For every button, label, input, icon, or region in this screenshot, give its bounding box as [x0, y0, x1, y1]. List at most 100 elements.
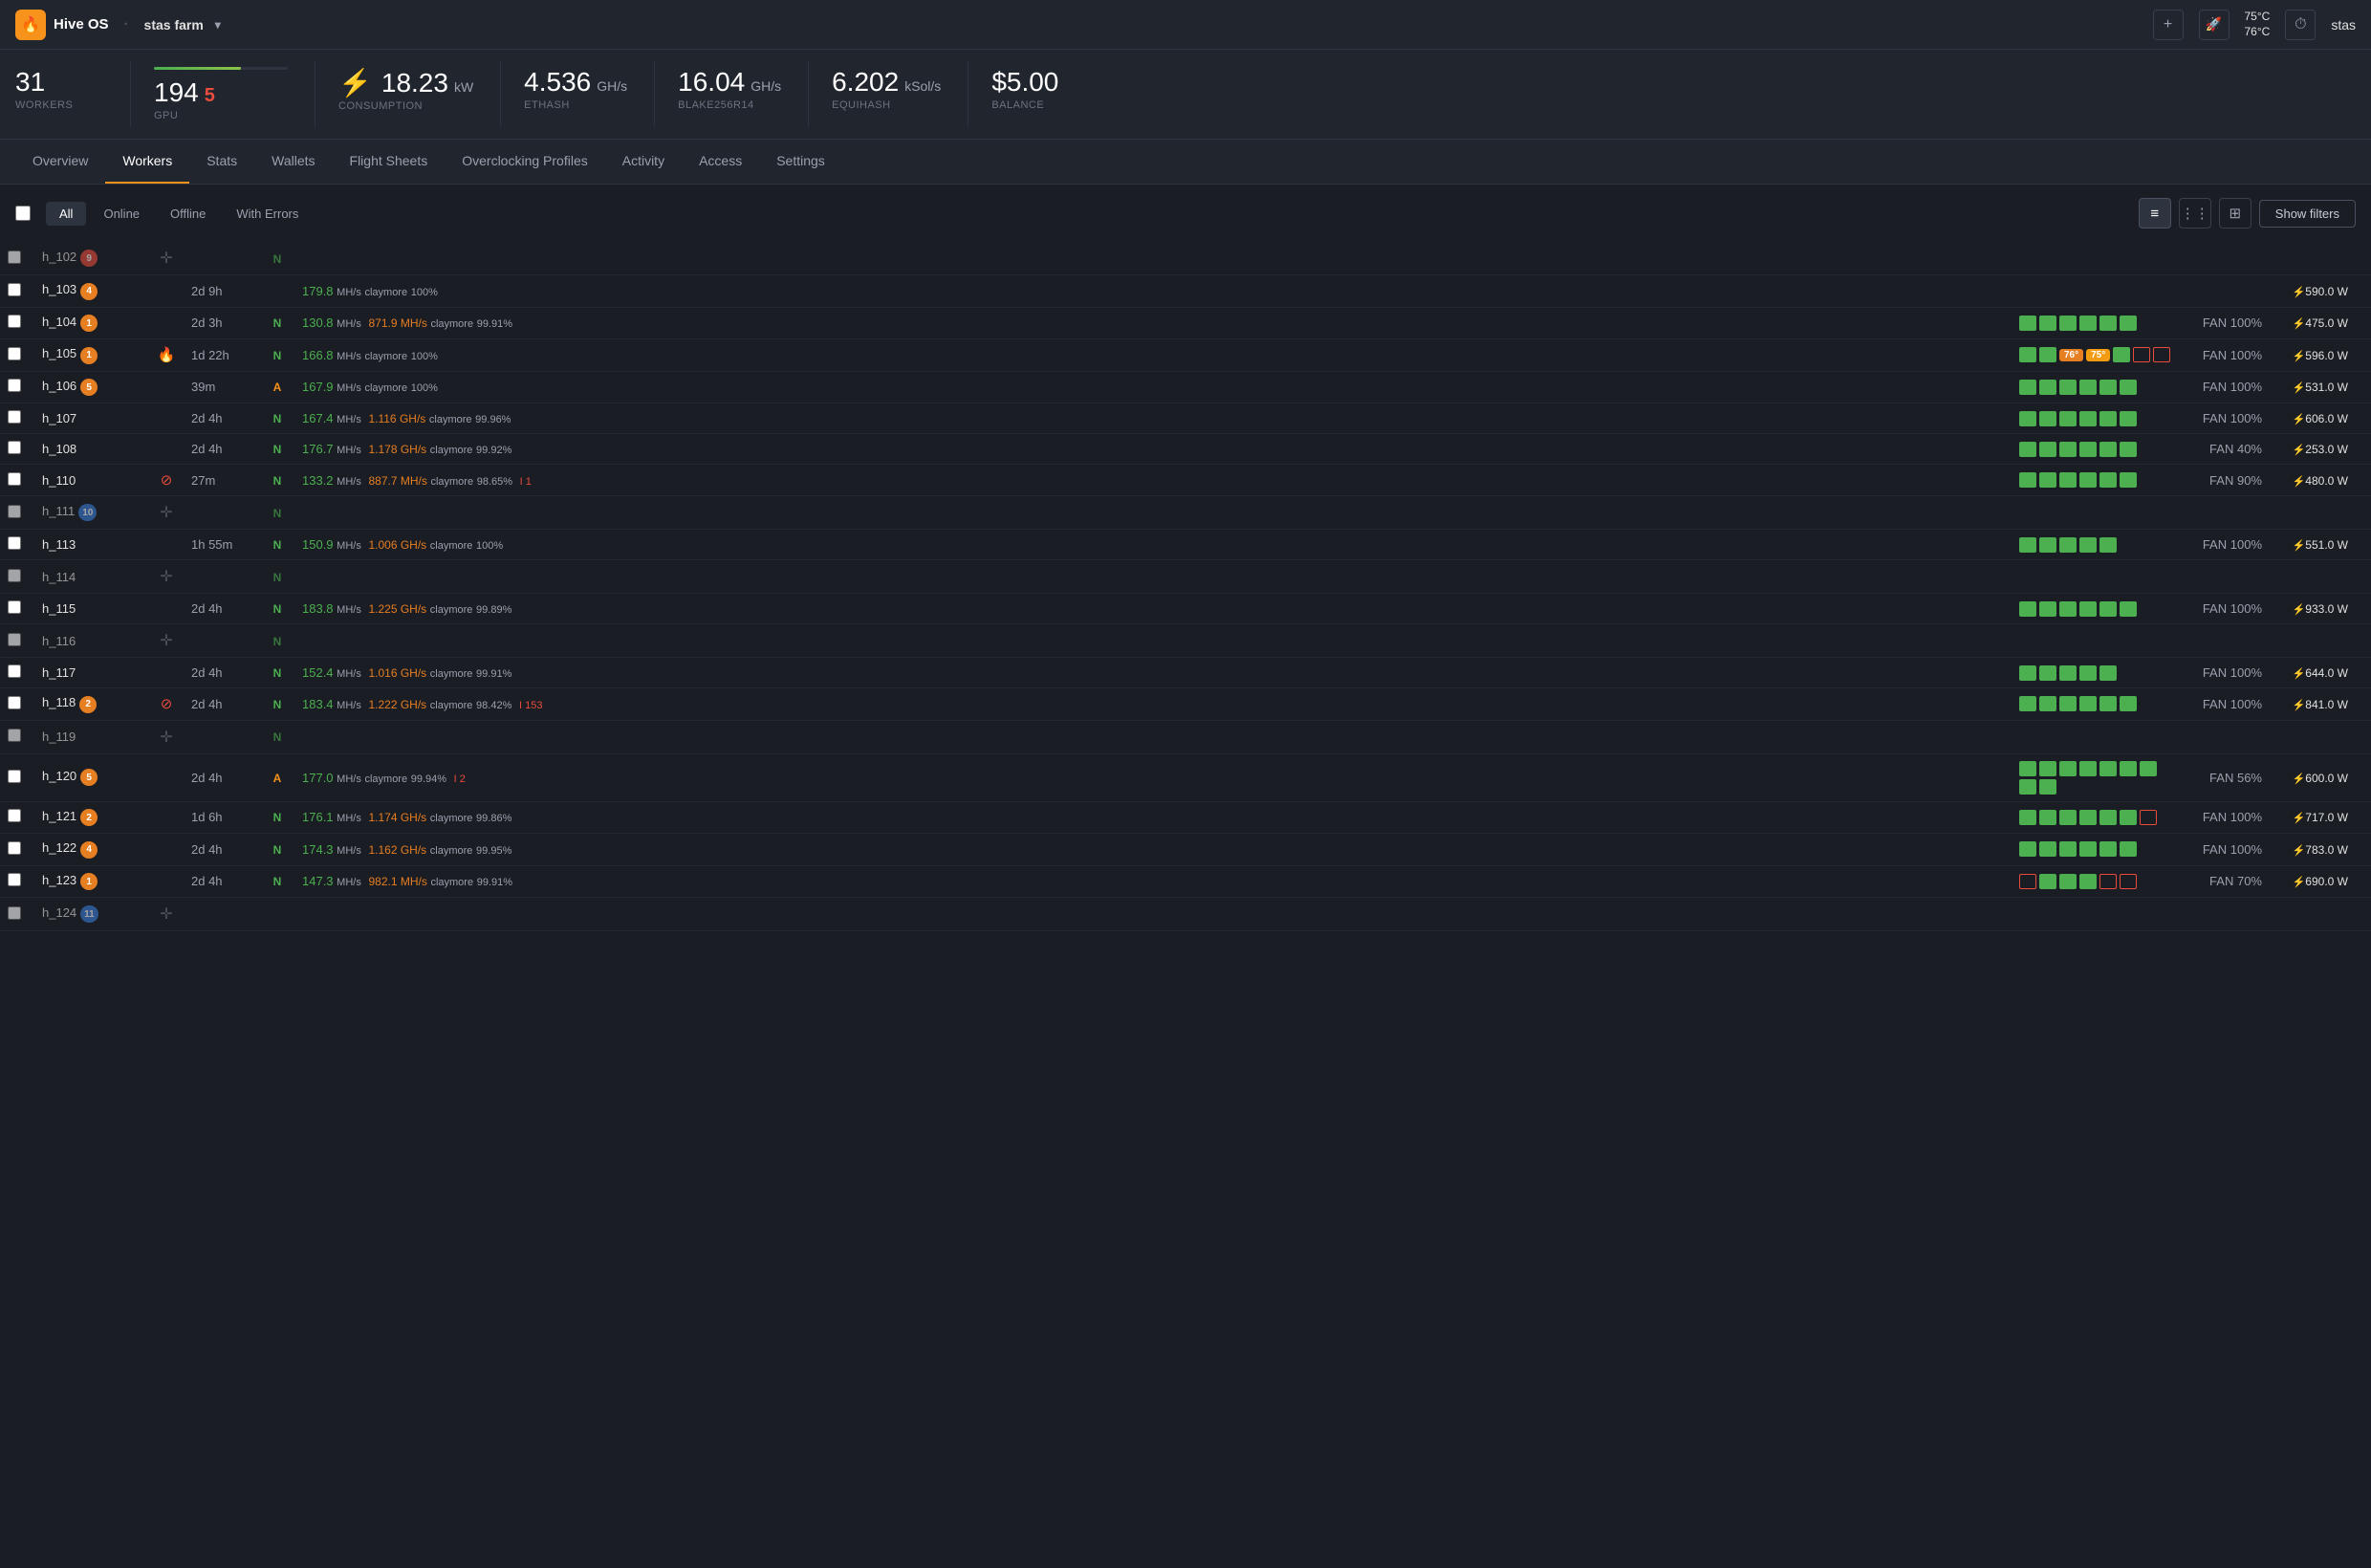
view-compact-btn[interactable]: ⋮⋮: [2179, 198, 2211, 229]
gpu-bar-green: [2079, 472, 2097, 488]
row-checkbox[interactable]: [8, 536, 21, 550]
farm-name[interactable]: stas farm: [144, 17, 204, 33]
row-pad: [2356, 434, 2371, 465]
worker-name-cell: h_1029: [34, 242, 149, 275]
worker-uptime: 1d 22h: [184, 339, 260, 372]
worker-name[interactable]: h_118: [42, 695, 76, 709]
worker-name[interactable]: h_103: [42, 282, 76, 296]
gpu-bar-green: [2120, 316, 2137, 331]
worker-name[interactable]: h_122: [42, 840, 76, 855]
workers-list: h_1029 ✛ N h_1034 2d 9h 179.8 MH/s claym…: [0, 242, 2371, 931]
power-value: 644.0 W: [2305, 666, 2348, 680]
row-pad: [2356, 465, 2371, 496]
gpu-bar-green: [2113, 347, 2130, 362]
blake-unit: GH/s: [750, 78, 781, 94]
worker-name[interactable]: h_106: [42, 379, 76, 393]
row-checkbox[interactable]: [8, 410, 21, 424]
worker-gpu-bars: [2012, 465, 2184, 496]
row-checkbox[interactable]: [8, 569, 21, 582]
worker-name[interactable]: h_123: [42, 873, 76, 887]
row-checkbox[interactable]: [8, 379, 21, 392]
worker-status: N: [260, 242, 294, 275]
worker-gpu-bars: [2012, 434, 2184, 465]
worker-name[interactable]: h_108: [42, 442, 76, 456]
nav-activity[interactable]: Activity: [605, 140, 682, 184]
filter-online[interactable]: Online: [90, 202, 153, 226]
gpu-bar-green: [2079, 316, 2097, 331]
nav-workers[interactable]: Workers: [105, 140, 189, 184]
rocket-icon[interactable]: 🚀: [2199, 10, 2230, 40]
clock-icon[interactable]: ⏱: [2285, 10, 2316, 40]
worker-fan: [2184, 898, 2270, 931]
worker-name[interactable]: h_104: [42, 315, 76, 329]
row-checkbox[interactable]: [8, 283, 21, 296]
row-checkbox[interactable]: [8, 347, 21, 360]
table-row: h_119 ✛ N: [0, 720, 2371, 753]
worker-fan: FAN 100%: [2184, 530, 2270, 560]
nav-settings[interactable]: Settings: [759, 140, 842, 184]
gpu-bar-green: [2059, 537, 2077, 553]
worker-name[interactable]: h_117: [42, 665, 76, 680]
row-checkbox[interactable]: [8, 729, 21, 742]
view-list-btn[interactable]: ≡: [2139, 198, 2171, 229]
logo[interactable]: 🔥 Hive OS · stas farm ▾: [15, 10, 221, 40]
row-checkbox[interactable]: [8, 472, 21, 486]
row-checkbox[interactable]: [8, 441, 21, 454]
filter-tabs: All Online Offline With Errors: [46, 202, 312, 226]
select-all-checkbox[interactable]: [15, 206, 31, 221]
row-checkbox[interactable]: [8, 873, 21, 886]
nav-access[interactable]: Access: [682, 140, 759, 184]
worker-name[interactable]: h_121: [42, 809, 76, 823]
worker-name[interactable]: h_114: [42, 570, 76, 584]
nav-wallets[interactable]: Wallets: [254, 140, 332, 184]
farm-chevron-icon[interactable]: ▾: [215, 18, 221, 32]
hashrate-unit: MH/s: [337, 540, 361, 552]
gpu-bar-green: [2120, 696, 2137, 711]
row-checkbox[interactable]: [8, 315, 21, 328]
row-checkbox[interactable]: [8, 505, 21, 518]
worker-hashrate: 179.8 MH/s claymore 100%: [294, 275, 2012, 308]
worker-hashrate: [294, 496, 2012, 530]
row-checkbox[interactable]: [8, 696, 21, 709]
worker-power: ⚡783.0 W: [2270, 834, 2356, 866]
row-checkbox[interactable]: [8, 250, 21, 264]
gpu-progress-bar-bg: [154, 67, 288, 70]
worker-name[interactable]: h_105: [42, 346, 76, 360]
worker-name[interactable]: h_116: [42, 634, 76, 648]
row-checkbox[interactable]: [8, 770, 21, 783]
worker-name[interactable]: h_119: [42, 730, 76, 744]
algo-name: claymore: [430, 877, 473, 888]
worker-name[interactable]: h_113: [42, 537, 76, 552]
worker-name[interactable]: h_115: [42, 601, 76, 616]
row-checkbox[interactable]: [8, 664, 21, 678]
gpu-bar-green: [2039, 665, 2056, 681]
temp1: 75°C: [2245, 10, 2271, 25]
show-filters-button[interactable]: Show filters: [2259, 200, 2356, 228]
table-row: h_12411 ✛: [0, 898, 2371, 931]
filter-offline[interactable]: Offline: [157, 202, 219, 226]
filter-errors[interactable]: With Errors: [223, 202, 312, 226]
worker-name[interactable]: h_124: [42, 905, 76, 920]
hashrate-unit: MH/s: [337, 287, 361, 298]
nav-overclocking[interactable]: Overclocking Profiles: [445, 140, 605, 184]
nav-overview[interactable]: Overview: [15, 140, 105, 184]
worker-name[interactable]: h_110: [42, 473, 76, 488]
nav-flight-sheets[interactable]: Flight Sheets: [333, 140, 446, 184]
worker-name[interactable]: h_107: [42, 411, 76, 425]
add-button[interactable]: +: [2153, 10, 2184, 40]
row-pad: [2356, 865, 2371, 898]
row-checkbox[interactable]: [8, 633, 21, 646]
row-checkbox[interactable]: [8, 809, 21, 822]
row-checkbox[interactable]: [8, 841, 21, 855]
row-checkbox[interactable]: [8, 906, 21, 920]
row-checkbox[interactable]: [8, 600, 21, 614]
worker-name[interactable]: h_111: [42, 504, 75, 518]
filter-all[interactable]: All: [46, 202, 86, 226]
table-row: h_113 1h 55m N 150.9 MH/s 1.006 GH/s cla…: [0, 530, 2371, 560]
nav-stats[interactable]: Stats: [189, 140, 254, 184]
worker-name-cell: h_116: [34, 624, 149, 658]
worker-name[interactable]: h_120: [42, 769, 76, 783]
worker-uptime: 2d 4h: [184, 688, 260, 721]
worker-name[interactable]: h_102: [42, 250, 76, 264]
view-grid-btn[interactable]: ⊞: [2219, 198, 2251, 229]
